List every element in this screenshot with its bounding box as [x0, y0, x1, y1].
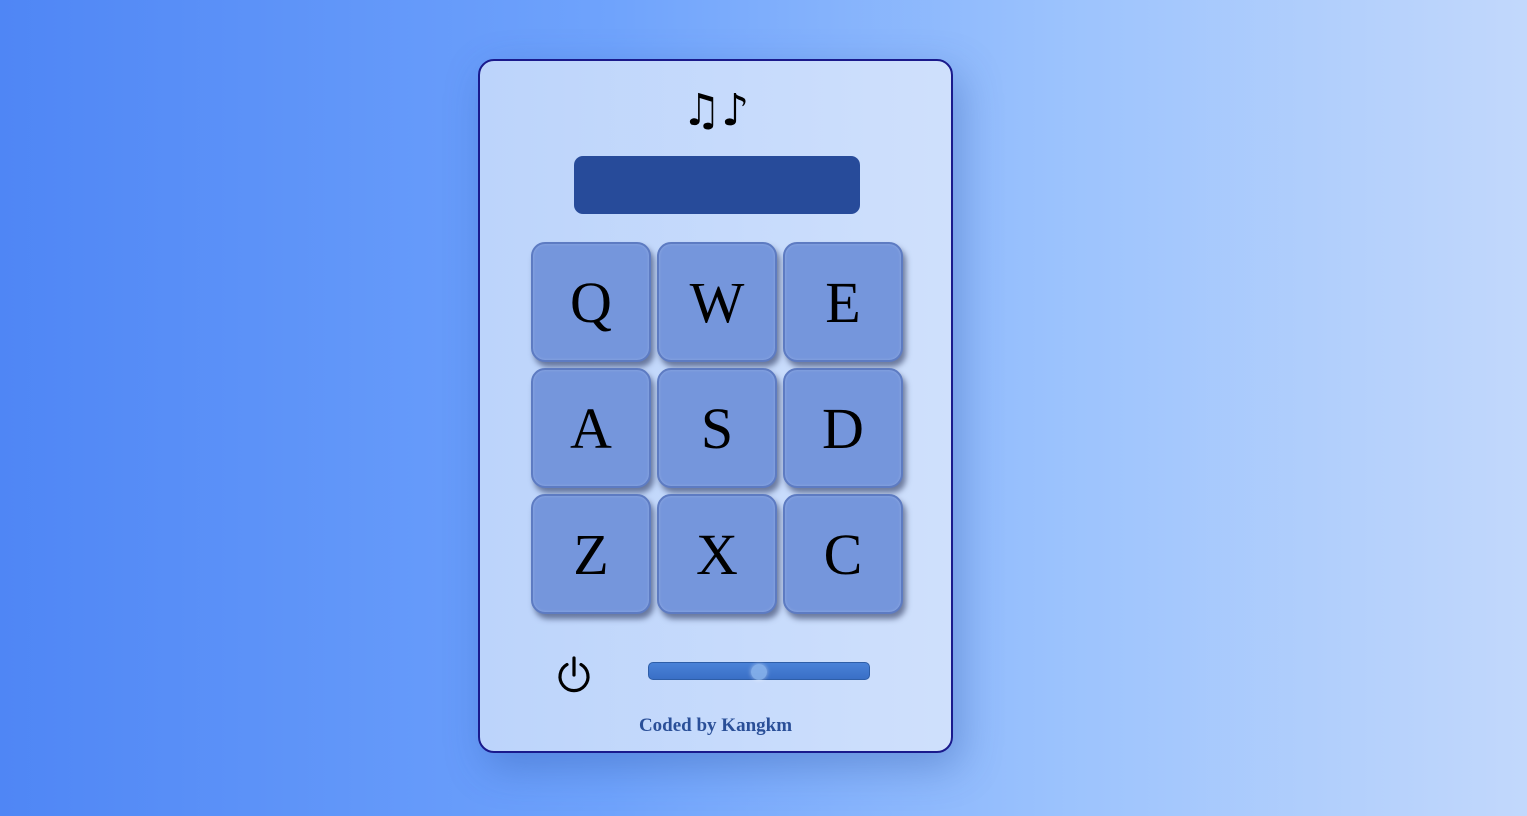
volume-slider-thumb[interactable] [751, 664, 767, 680]
drum-pad-d[interactable]: D [783, 368, 903, 488]
drum-pad-z[interactable]: Z [531, 494, 651, 614]
drum-machine-panel: ♫♪ Q W E A S D Z X C Coded by Kangkm [478, 59, 953, 753]
drum-pad-x[interactable]: X [657, 494, 777, 614]
drum-pad-s[interactable]: S [657, 368, 777, 488]
volume-slider[interactable] [648, 662, 870, 680]
drum-pad-q[interactable]: Q [531, 242, 651, 362]
display-screen [574, 156, 860, 214]
drum-pad-a[interactable]: A [531, 368, 651, 488]
music-notes-icon: ♫♪ [681, 85, 750, 136]
drum-pad-grid: Q W E A S D Z X C [531, 242, 903, 614]
credit-text: Coded by Kangkm [638, 715, 793, 736]
drum-pad-w[interactable]: W [657, 242, 777, 362]
drum-pad-c[interactable]: C [783, 494, 903, 614]
drum-pad-e[interactable]: E [783, 242, 903, 362]
power-icon[interactable] [554, 655, 594, 695]
